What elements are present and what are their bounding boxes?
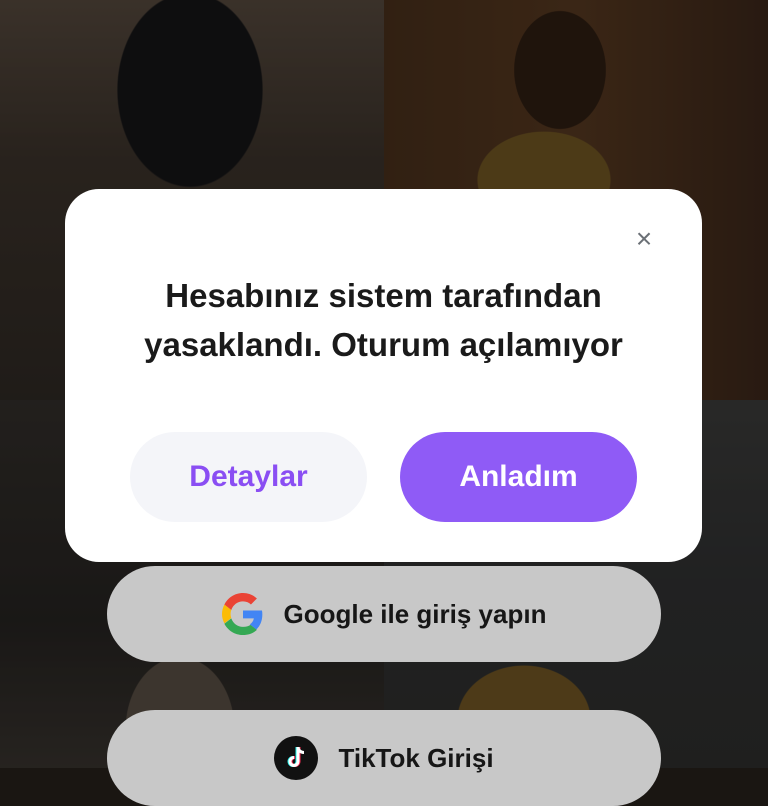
- tiktok-icon: [274, 736, 319, 780]
- google-login-label: Google ile giriş yapın: [283, 598, 547, 629]
- dialog-message-line-2: yasaklandı. Oturum açılamıyor: [144, 326, 623, 363]
- tiktok-login-label: TikTok Girişi: [338, 742, 494, 773]
- close-icon[interactable]: ×: [632, 225, 656, 253]
- google-login-button[interactable]: Google ile giriş yapın: [107, 566, 661, 662]
- details-button[interactable]: Detaylar: [130, 432, 367, 522]
- got-it-button[interactable]: Anladım: [400, 432, 637, 522]
- dialog-message-line-1: Hesabınız sistem tarafından: [165, 277, 602, 314]
- dialog-message: Hesabınız sistem tarafından yasaklandı. …: [105, 271, 662, 369]
- google-icon: [221, 593, 262, 635]
- tiktok-login-button[interactable]: TikTok Girişi: [107, 710, 661, 806]
- account-banned-dialog: × Hesabınız sistem tarafından yasaklandı…: [65, 189, 702, 562]
